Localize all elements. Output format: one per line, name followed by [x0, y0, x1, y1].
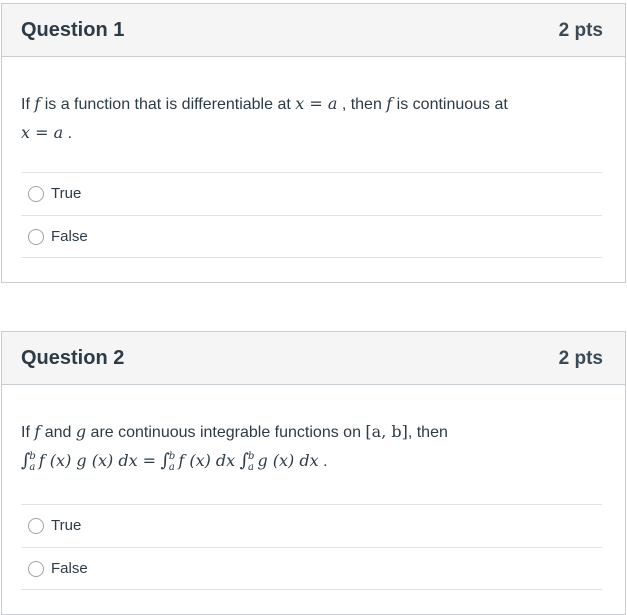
math-x-equals-a: x = a — [295, 94, 338, 113]
radio-button[interactable] — [28, 518, 44, 534]
integral-formula: ∫ b a f (x) g (x) dx = ∫ b a f (x) dx ∫ b a g (x)… — [21, 450, 328, 473]
question-text: If f is a function that is differentiabl… — [21, 94, 508, 142]
radio-button[interactable] — [28, 229, 44, 245]
math-x-equals-a: x = a — [21, 123, 64, 142]
answer-label[interactable]: False — [51, 228, 88, 245]
math-g: g — [75, 422, 87, 441]
question-points: 2 pts — [558, 348, 603, 369]
question-title: Question 1 — [21, 19, 125, 41]
integral-limits: ba — [29, 450, 36, 473]
answer-list: True False — [21, 504, 602, 590]
answer-label[interactable]: False — [51, 560, 88, 577]
answer-option-true[interactable]: True — [21, 504, 602, 547]
integral-limits: ba — [168, 450, 176, 473]
integral-limits: ba — [248, 450, 255, 473]
question-header: Question 2 2 pts — [2, 332, 625, 385]
question-2-card: Question 2 2 pts If f and g are continuo… — [1, 331, 626, 615]
answer-option-false[interactable]: False — [21, 547, 602, 590]
answer-option-true[interactable]: True — [21, 172, 602, 215]
question-points: 2 pts — [558, 20, 603, 41]
math-interval: [a, b] — [365, 422, 408, 441]
answer-label[interactable]: True — [51, 185, 81, 202]
answer-label[interactable]: True — [51, 517, 81, 534]
radio-button[interactable] — [28, 186, 44, 202]
question-header: Question 1 2 pts — [2, 4, 625, 57]
question-text: If f and g are continuous integrable fun… — [21, 422, 448, 473]
question-1-card: Question 1 2 pts If f is a function that… — [1, 3, 626, 283]
answer-option-false[interactable]: False — [21, 215, 602, 258]
answer-list: True False — [21, 172, 602, 258]
question-title: Question 2 — [21, 347, 125, 369]
radio-button[interactable] — [28, 561, 44, 577]
